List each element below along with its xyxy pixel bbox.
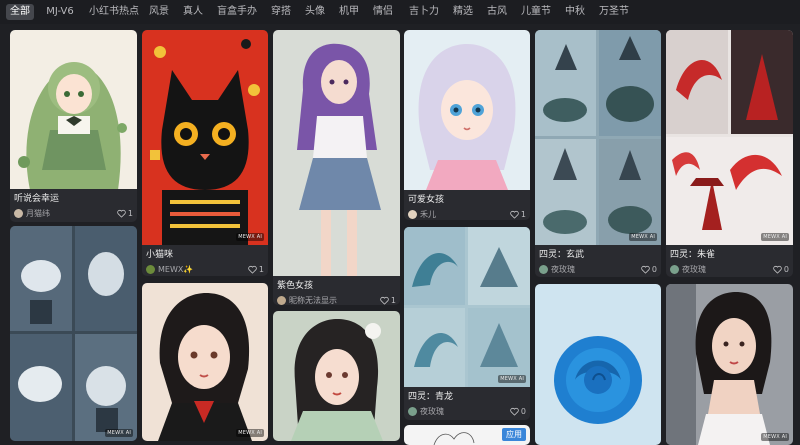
card-author[interactable]: 夜玫瑰 <box>551 264 641 275</box>
image-card-lucky[interactable]: 听说会幸运 月猫纬 1 <box>10 30 137 222</box>
heart-icon[interactable] <box>380 296 389 305</box>
like-count: 1 <box>390 295 396 305</box>
tab-ghibli[interactable]: 吉卜力 <box>406 4 442 20</box>
tab-couples[interactable]: 情侣 <box>370 4 396 20</box>
heart-icon[interactable] <box>510 407 519 416</box>
tab-featured[interactable]: 精选 <box>450 4 476 20</box>
watermark: MEWX AI <box>236 233 264 241</box>
card-image: MEWX AI <box>666 30 793 245</box>
card-title: 听说会幸运 <box>14 194 60 204</box>
tab-outfits[interactable]: 穿搭 <box>268 4 294 20</box>
image-card-app[interactable]: 应用 <box>404 425 530 445</box>
card-meta: 听说会幸运 月猫纬 1 <box>10 189 137 222</box>
card-image <box>273 30 400 276</box>
category-tab-bar: 全部 MJ-V6 小红书热点 风景 真人 盲盒手办 穿搭 头像 机甲 情侣 吉卜… <box>0 0 800 24</box>
watermark: MEWX AI <box>761 433 789 441</box>
watermark: MEWX AI <box>236 429 264 437</box>
like-count: 0 <box>520 406 526 416</box>
like-count: 1 <box>127 208 133 218</box>
heart-icon[interactable] <box>510 210 519 219</box>
heart-icon[interactable] <box>773 265 782 274</box>
tab-real-person[interactable]: 真人 <box>180 4 206 20</box>
like-count: 0 <box>651 264 657 274</box>
card-image: MEWX AI <box>142 30 268 245</box>
card-author[interactable]: 夜玫瑰 <box>420 406 510 417</box>
card-author[interactable]: 月猫纬 <box>26 208 117 219</box>
avatar <box>14 208 23 218</box>
watermark: MEWX AI <box>629 233 657 241</box>
card-title: 小猫咪 <box>146 250 174 260</box>
card-author[interactable]: 夜玫瑰 <box>682 264 773 275</box>
tab-childrens-day[interactable]: 儿童节 <box>518 4 554 20</box>
avatar <box>539 264 548 274</box>
tab-mid-autumn[interactable]: 中秋 <box>562 4 588 20</box>
card-title: 四灵：朱雀 <box>670 250 716 260</box>
like-count: 1 <box>520 209 526 219</box>
card-image <box>535 284 661 445</box>
image-card-vermilion-bird[interactable]: MEWX AI 四灵：朱雀 夜玫瑰 0 <box>666 30 793 277</box>
watermark: MEWX AI <box>498 375 526 383</box>
tab-scenery[interactable]: 风景 <box>146 4 172 20</box>
like-count: 1 <box>258 264 264 274</box>
card-meta: 紫色女孩 昵称无法显示 1 <box>273 276 400 305</box>
card-meta: 可爱女孩 禾儿 1 <box>404 190 530 220</box>
tab-xiaohongshu[interactable]: 小红书热点 <box>86 4 142 20</box>
app-badge: 应用 <box>502 428 526 441</box>
card-image <box>273 311 400 441</box>
like-count: 0 <box>783 264 789 274</box>
tab-all[interactable]: 全部 <box>6 4 34 20</box>
heart-icon[interactable] <box>248 265 257 274</box>
avatar <box>277 295 286 305</box>
avatar <box>408 209 417 219</box>
tab-halloween[interactable]: 万圣节 <box>596 4 632 20</box>
tab-blindbox[interactable]: 盲盒手办 <box>214 4 260 20</box>
image-card-black-tortoise[interactable]: MEWX AI 四灵：玄武 夜玫瑰 0 <box>535 30 661 277</box>
image-card-blue-rose[interactable] <box>535 284 661 445</box>
card-author[interactable]: 禾儿 <box>420 209 510 220</box>
card-image <box>666 284 793 445</box>
image-card-azure-dragon[interactable]: MEWX AI 四灵：青龙 夜玫瑰 0 <box>404 227 530 420</box>
card-image <box>404 30 530 190</box>
image-card-cute-girl[interactable]: 可爱女孩 禾儿 1 <box>404 30 530 220</box>
avatar <box>408 406 417 416</box>
tab-ancient[interactable]: 古风 <box>484 4 510 20</box>
image-card-woman[interactable]: MEWX AI <box>666 284 793 445</box>
card-title: 四灵：青龙 <box>408 392 454 402</box>
card-image <box>142 283 268 441</box>
card-author[interactable]: MEWX✨ <box>158 265 248 274</box>
tab-mj-v6[interactable]: MJ-V6 <box>40 4 80 20</box>
image-card-purple-girl[interactable]: 紫色女孩 昵称无法显示 1 <box>273 30 400 305</box>
image-card-tigers[interactable]: MEWX AI <box>10 226 137 441</box>
tab-avatar[interactable]: 头像 <box>302 4 328 20</box>
avatar <box>670 264 679 274</box>
image-card-portrait[interactable]: MEWX AI <box>142 283 268 441</box>
heart-icon[interactable] <box>117 209 126 218</box>
image-card-kitty[interactable]: MEWX AI 小猫咪 MEWX✨ 1 <box>142 30 268 276</box>
heart-icon[interactable] <box>641 265 650 274</box>
card-meta: 小猫咪 MEWX✨ 1 <box>142 245 268 276</box>
avatar <box>146 264 155 274</box>
card-meta: 四灵：朱雀 夜玫瑰 0 <box>666 245 793 277</box>
card-image <box>10 30 137 189</box>
card-meta: 四灵：青龙 夜玫瑰 0 <box>404 387 530 420</box>
card-image: MEWX AI <box>535 30 661 245</box>
watermark: MEWX AI <box>761 233 789 241</box>
watermark: MEWX AI <box>105 429 133 437</box>
image-card-hanfu[interactable] <box>273 311 400 441</box>
card-author[interactable]: 昵称无法显示 <box>289 295 380 306</box>
card-meta: 四灵：玄武 夜玫瑰 0 <box>535 245 661 277</box>
card-image: MEWX AI <box>404 227 530 387</box>
card-image <box>10 226 137 441</box>
card-title: 可爱女孩 <box>408 195 445 205</box>
card-title: 紫色女孩 <box>277 281 314 291</box>
tab-mecha[interactable]: 机甲 <box>336 4 362 20</box>
card-title: 四灵：玄武 <box>539 250 585 260</box>
